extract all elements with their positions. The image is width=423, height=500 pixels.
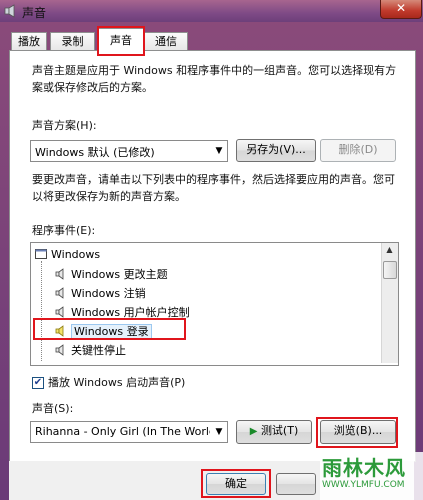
delete-button[interactable]: 删除(D) [320,139,396,162]
watermark-url: WWW.YLMFU.COM [322,480,405,490]
tab-label: 通信 [155,35,177,48]
list-item[interactable]: 关键性停止 [55,342,126,360]
tree-line [41,261,42,361]
tab-recording[interactable]: 录制 [50,32,95,51]
test-button[interactable]: ▶ 测试(T) [236,420,312,444]
scroll-up-icon[interactable]: ▲ [383,245,396,257]
watermark-title: 雨林木风 [322,456,406,480]
list-item[interactable]: Windows 更改主题 [55,266,168,284]
tab-playback[interactable]: 播放 [11,32,47,51]
save-as-button[interactable]: 另存为(V)... [236,139,316,162]
program-events-list[interactable]: Windows Windows 更改主题 Windows 注销 Windows … [30,242,399,366]
scheme-select[interactable]: Windows 默认 (已修改) ▼ [30,140,228,162]
selected-event-highlight [33,318,186,340]
ok-highlight [201,469,271,498]
speaker-icon [4,4,18,18]
list-item[interactable]: Windows 注销 [55,285,146,303]
watermark-logo: 雨林木风 WWW.YLMFU.COM [320,452,423,500]
sound-select[interactable]: Rihanna - Only Girl (In The World) ▼ [30,421,228,443]
list-scrollbar[interactable]: ▲ [381,243,398,363]
change-instructions: 要更改声音，请单击以下列表中的程序事件，然后选择要应用的声音。您可以将更改保存为… [32,173,395,203]
event-label: Windows 更改主题 [71,268,168,281]
title-bar: 声音 ✕ [0,0,423,22]
window-title: 声音 [22,6,47,20]
speaker-icon [55,306,67,318]
events-label: 程序事件(E): [32,224,96,237]
speaker-icon [55,344,67,356]
chevron-down-icon: ▼ [215,146,223,156]
chevron-down-icon: ▼ [215,427,223,437]
event-label: Windows [51,248,101,261]
event-label: Windows 注销 [71,287,146,300]
tab-highlight [97,26,145,56]
speaker-icon [55,287,67,299]
browse-highlight [316,417,398,448]
scroll-thumb[interactable] [383,261,397,279]
intro-text: 声音主题是应用于 Windows 和程序事件中的一组声音。您可以选择现有方案或保… [32,64,397,94]
scheme-label: 声音方案(H): [32,119,97,132]
sound-label: 声音(S): [32,402,74,415]
list-item[interactable]: Windows [35,246,100,264]
tab-label: 播放 [18,35,40,48]
tab-communications[interactable]: 通信 [144,32,188,51]
startup-sound-label: 播放 Windows 启动声音(P) [48,376,186,389]
close-button[interactable]: ✕ [380,0,422,19]
tab-label: 录制 [61,35,84,48]
play-icon: ▶ [249,426,258,437]
test-button-label: 测试(T) [260,424,299,437]
window-icon [35,248,47,260]
speaker-icon [55,268,67,280]
sound-value: Rihanna - Only Girl (In The World) [35,425,210,438]
cancel-button[interactable] [276,473,316,495]
startup-sound-checkbox[interactable]: ✔ [32,377,44,389]
event-label: 关键性停止 [71,344,126,357]
scheme-value: Windows 默认 (已修改) [35,146,155,159]
